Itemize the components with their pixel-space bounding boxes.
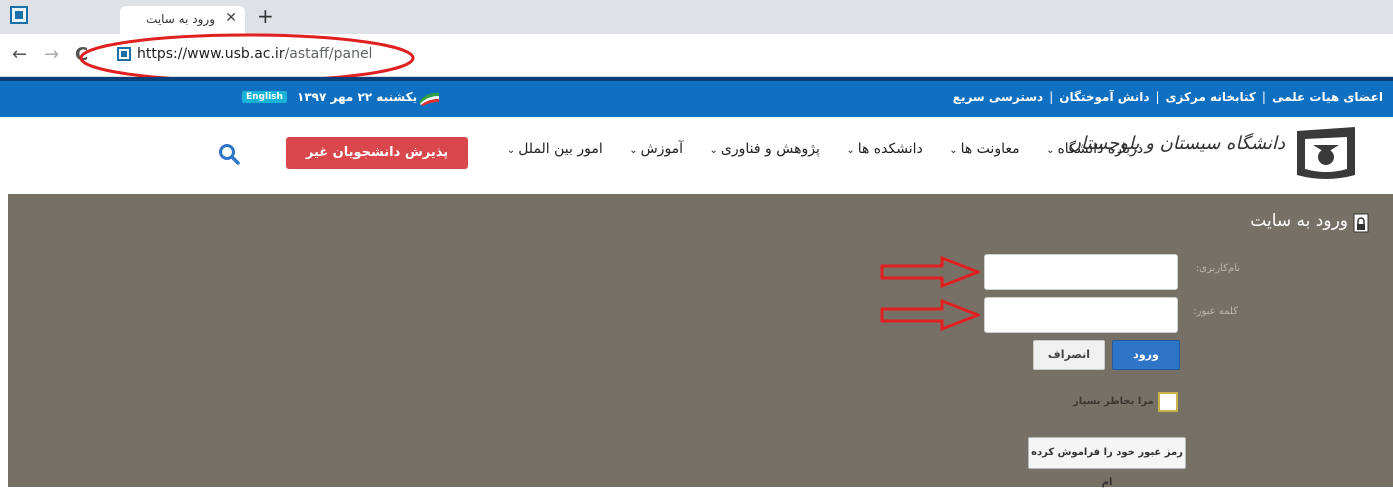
nav-education[interactable]: آموزش⌄ <box>629 141 683 157</box>
chevron-down-icon: ⌄ <box>709 145 718 156</box>
chevron-down-icon: ⌄ <box>629 145 638 156</box>
nav-about[interactable]: درباره دانشگاه⌄ <box>1046 141 1143 157</box>
main-nav: درباره دانشگاه⌄ معاونت ها⌄ دانشکده ها⌄ پ… <box>485 141 1143 157</box>
current-date: یکشنبه ۲۲ مهر ۱۳۹۷ <box>297 90 418 104</box>
red-arrow-annotation <box>880 299 980 331</box>
red-arrow-annotation <box>880 256 980 288</box>
link-quick-access[interactable]: دسترسی سریع <box>953 90 1043 104</box>
close-icon[interactable]: ✕ <box>225 10 237 26</box>
chevron-down-icon: ⌄ <box>846 145 855 156</box>
link-alumni[interactable]: دانش آموختگان <box>1059 90 1149 104</box>
forgot-password-button[interactable]: رمز عبور خود را فراموش کرده ام <box>1028 437 1186 488</box>
login-panel: ورود به سایت نام‌کاربری: کلمه عبور: ورود… <box>8 194 1393 488</box>
site-topbar: اعضای هیات علمی|کتابخانه مرکزی|دانش آموخ… <box>0 77 1393 117</box>
username-label: نام‌کاربری: <box>1195 263 1240 274</box>
remember-me-checkbox[interactable] <box>1158 392 1178 412</box>
site-header: دانشگاه سیستان و بلوچستان درباره دانشگاه… <box>0 117 1393 193</box>
page-title: ورود به سایت <box>1250 211 1348 231</box>
english-language-button[interactable]: English <box>242 91 287 103</box>
chevron-down-icon: ⌄ <box>949 145 958 156</box>
password-input[interactable] <box>984 297 1178 333</box>
nav-deputies[interactable]: معاونت ها⌄ <box>949 141 1019 157</box>
chevron-down-icon: ⌄ <box>506 145 516 156</box>
username-input[interactable] <box>984 254 1178 290</box>
iran-flag-icon <box>419 92 439 106</box>
browser-tab[interactable]: ورود به سایت ✕ <box>120 6 245 34</box>
new-tab-button[interactable]: + <box>257 4 274 28</box>
login-lock-icon <box>1353 213 1369 233</box>
nav-faculties[interactable]: دانشکده ها⌄ <box>846 141 922 157</box>
quick-links: اعضای هیات علمی|کتابخانه مرکزی|دانش آموخ… <box>952 90 1383 104</box>
nav-research[interactable]: پژوهش و فناوری⌄ <box>710 141 820 157</box>
university-logo[interactable] <box>1295 125 1357 181</box>
search-icon[interactable] <box>218 143 240 165</box>
link-faculty[interactable]: اعضای هیات علمی <box>1272 90 1383 104</box>
remember-me-label: مرا بخاطر بسپار <box>1073 396 1154 407</box>
login-button[interactable]: ورود <box>1112 340 1180 370</box>
forward-arrow-icon[interactable]: → <box>44 44 59 65</box>
chevron-down-icon: ⌄ <box>1046 145 1055 156</box>
back-arrow-icon[interactable]: ← <box>12 44 27 65</box>
cancel-button[interactable]: انصراف <box>1033 340 1105 370</box>
password-label: کلمه عبور: <box>1193 306 1238 317</box>
link-library[interactable]: کتابخانه مرکزی <box>1166 90 1256 104</box>
nav-international[interactable]: امور بین الملل⌄ <box>507 141 603 157</box>
window-app-icon <box>10 6 28 24</box>
international-admission-button[interactable]: پذیرش دانشجویان غیر ایرانی <box>286 137 468 192</box>
browser-tabstrip: ورود به سایت ✕ + <box>0 0 1393 34</box>
tab-title: ورود به سایت <box>146 12 215 26</box>
